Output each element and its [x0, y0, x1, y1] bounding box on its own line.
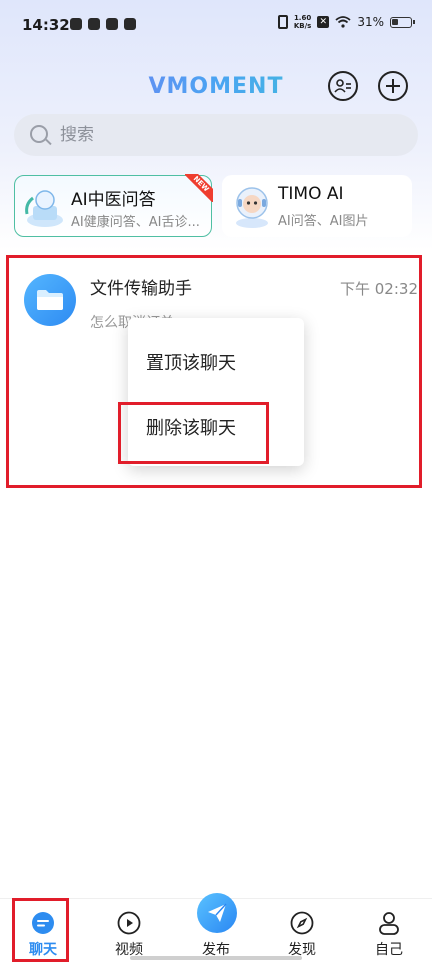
ai-tcm-card[interactable]: AI中医问答 AI健康问答、AI舌诊... NEW	[14, 174, 213, 237]
notification-icons	[70, 18, 136, 30]
nav-me[interactable]: 自己	[346, 899, 432, 964]
battery-icon	[390, 16, 415, 28]
wifi-icon	[335, 16, 351, 28]
link-icon	[106, 18, 118, 30]
publish-button[interactable]	[197, 893, 237, 933]
ai-doctor-icon	[25, 190, 63, 227]
net-speed-unit: KB/s	[293, 22, 312, 30]
search-input[interactable]	[60, 114, 400, 156]
plus-icon	[386, 79, 400, 93]
timo-subtitle: AI问答、AI图片	[278, 214, 369, 229]
compass-icon	[290, 911, 314, 935]
nav-me-label: 自己	[375, 942, 403, 958]
sim-icon: ✕	[317, 16, 330, 28]
battery-percent: 31%	[357, 15, 384, 29]
new-badge: NEW	[185, 174, 213, 202]
nav-publish[interactable]: 发布	[173, 893, 259, 964]
nav-video[interactable]: 视频	[86, 899, 172, 964]
tiktok-icon	[124, 18, 136, 30]
app-brand: VMOMENT	[0, 74, 432, 99]
delete-highlight-box	[118, 402, 269, 464]
add-button[interactable]	[378, 71, 408, 101]
notification-icon	[70, 18, 82, 30]
net-speed-value: 1.60	[293, 14, 312, 22]
search-bar[interactable]	[14, 114, 418, 156]
nav-discover[interactable]: 发现	[259, 899, 345, 964]
person-icon	[379, 912, 399, 935]
contacts-icon	[334, 79, 351, 93]
timo-ai-card[interactable]: TIMO AI AI问答、AI图片	[222, 175, 412, 237]
ai-tcm-subtitle: AI健康问答、AI舌诊...	[71, 215, 200, 230]
net-speed: 1.60 KB/s	[294, 14, 311, 30]
paper-plane-icon	[208, 903, 227, 922]
status-time: 14:32	[22, 16, 70, 34]
play-icon	[117, 911, 141, 935]
home-indicator	[130, 956, 302, 960]
ai-tcm-title: AI中医问答	[71, 190, 156, 210]
search-icon	[30, 125, 48, 143]
new-badge-label: NEW	[185, 174, 213, 202]
vibrate-icon	[277, 15, 288, 29]
status-bar: 14:32 1.60 KB/s ✕ 31%	[0, 0, 432, 52]
astronaut-icon	[236, 187, 268, 228]
status-right: 1.60 KB/s ✕ 31%	[277, 14, 415, 30]
mail-icon	[88, 18, 100, 30]
nav-highlight-box	[12, 898, 69, 962]
contacts-button[interactable]	[328, 71, 358, 101]
timo-title: TIMO AI	[278, 184, 344, 204]
pin-chat-option[interactable]: 置顶该聊天	[146, 349, 236, 375]
